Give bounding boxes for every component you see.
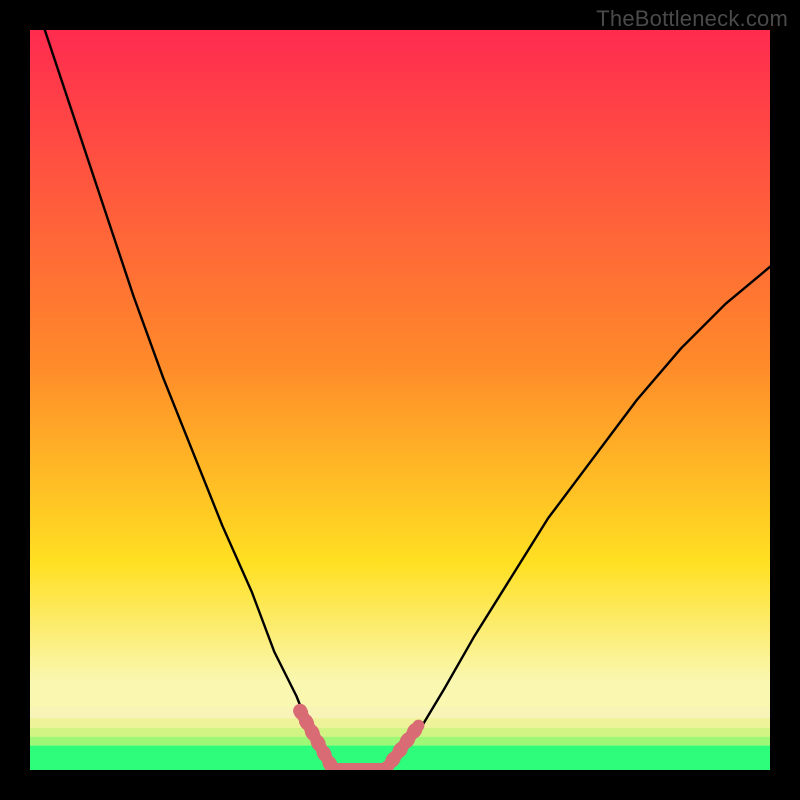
chart-frame: TheBottleneck.com [0, 0, 800, 800]
plot-area [30, 30, 770, 770]
bottleneck-curve-chart [30, 30, 770, 770]
watermark-text: TheBottleneck.com [596, 6, 788, 32]
